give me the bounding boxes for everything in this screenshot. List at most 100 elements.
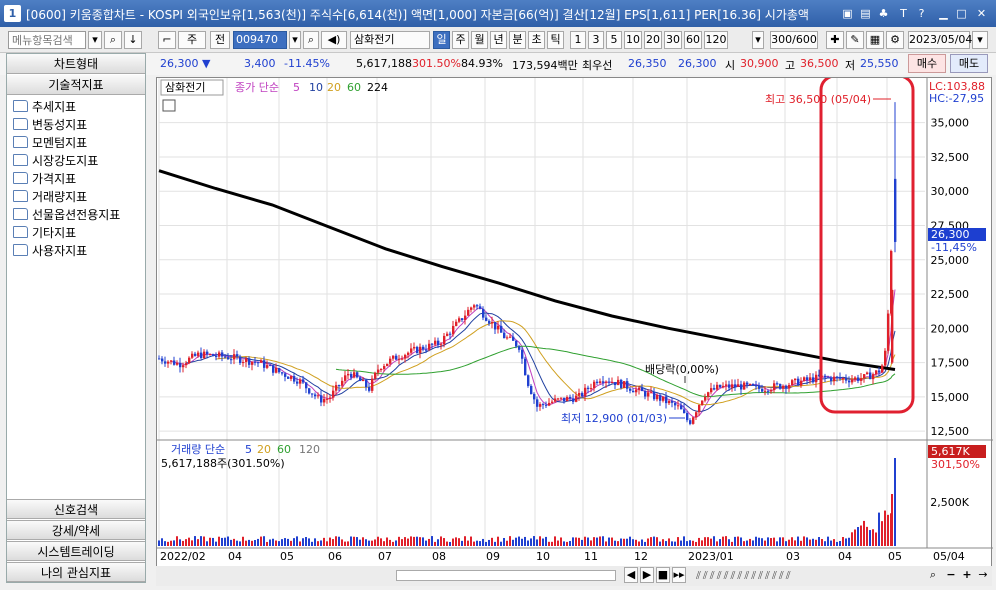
sidebar-bottom-item-3[interactable]: 나의 관심지표 bbox=[7, 562, 145, 582]
volume-bar bbox=[740, 537, 742, 546]
period-tab-6[interactable]: 틱 bbox=[547, 31, 564, 49]
code-dropdown-icon[interactable]: ▾ bbox=[289, 31, 301, 49]
indicator-folder-0[interactable]: 추세지표 bbox=[13, 98, 76, 116]
font-icon[interactable]: T bbox=[896, 6, 911, 21]
frame-icon[interactable]: ⌐ bbox=[158, 31, 176, 49]
indicator-folder-4[interactable]: 가격지표 bbox=[13, 170, 76, 188]
volume-bar bbox=[713, 536, 715, 546]
zoom-icon[interactable]: ⌕ bbox=[926, 568, 940, 582]
indicator-folder-8[interactable]: 사용자지표 bbox=[13, 242, 87, 260]
indicator-folder-2[interactable]: 모멘텀지표 bbox=[13, 134, 87, 152]
candle-body bbox=[191, 353, 194, 358]
period-tab-1[interactable]: 주 bbox=[452, 31, 469, 49]
help-icon[interactable]: ? bbox=[914, 6, 929, 21]
layout-icon[interactable]: ▣ bbox=[840, 6, 855, 21]
low-label: 저 bbox=[845, 59, 856, 72]
candle-body bbox=[449, 333, 452, 335]
arrow-down-icon[interactable]: ↓ bbox=[124, 31, 142, 49]
count-field[interactable]: 300/600 bbox=[770, 31, 818, 49]
type-select[interactable]: 주 bbox=[178, 31, 206, 49]
maximize-icon[interactable]: □ bbox=[954, 6, 969, 21]
volume-bar bbox=[590, 540, 592, 546]
draw-icon[interactable]: ✎ bbox=[846, 31, 864, 49]
play-back-icon[interactable]: ◀ bbox=[624, 567, 638, 583]
volume-bar bbox=[218, 536, 220, 546]
candle-body bbox=[410, 348, 413, 353]
folder-icon bbox=[13, 208, 28, 220]
buy-button[interactable]: 매수 bbox=[908, 54, 946, 73]
candle-body bbox=[851, 379, 854, 383]
play-icon[interactable]: ▶ bbox=[640, 567, 654, 583]
stop-icon[interactable]: ■ bbox=[656, 567, 670, 583]
stock-name-field[interactable]: 삼화전기 bbox=[350, 31, 430, 49]
zoom-slider[interactable]: ⫽⫽⫽⫽⫽⫽⫽⫽⫽⫽⫽⫽⫽⫽ bbox=[696, 569, 916, 581]
volume-bar bbox=[458, 538, 460, 546]
candle-body bbox=[476, 305, 479, 307]
zoom-out-icon[interactable]: − bbox=[944, 568, 958, 581]
gear-icon[interactable]: ⚙ bbox=[886, 31, 904, 49]
lock-icon[interactable]: ▤ bbox=[858, 6, 873, 21]
sidebar-bottom-item-1[interactable]: 강세/약세 bbox=[7, 520, 145, 540]
interval-button-4[interactable]: 20 bbox=[644, 31, 662, 49]
interval-button-2[interactable]: 5 bbox=[606, 31, 622, 49]
indicator-folder-3[interactable]: 시장강도지표 bbox=[13, 152, 98, 170]
price-chart-svg[interactable]: 35,00032,50030,00027,50025,00022,50020,0… bbox=[157, 74, 993, 568]
indicator-folder-6[interactable]: 선물옵션전용지표 bbox=[13, 206, 120, 224]
volume-bar bbox=[164, 541, 166, 546]
interval-button-1[interactable]: 3 bbox=[588, 31, 604, 49]
period-tab-0[interactable]: 일 bbox=[433, 31, 450, 49]
date-field[interactable]: 2023/05/04 bbox=[908, 31, 972, 49]
x-tick-label: 05 bbox=[888, 550, 902, 563]
chart-type-header[interactable]: 차트형태 bbox=[7, 54, 145, 74]
x-tick-label: 06 bbox=[328, 550, 342, 563]
volume-bar bbox=[575, 537, 577, 546]
code-search-icon[interactable]: ⌕ bbox=[303, 31, 319, 49]
stock-code-input[interactable]: 009470 bbox=[233, 31, 287, 49]
interval-button-6[interactable]: 60 bbox=[684, 31, 702, 49]
speaker-icon[interactable]: ◀) bbox=[321, 31, 347, 49]
period-tab-5[interactable]: 초 bbox=[528, 31, 545, 49]
period-select[interactable]: 전 bbox=[210, 31, 230, 49]
fast-forward-icon[interactable]: ▸▸ bbox=[672, 567, 686, 583]
period-tab-2[interactable]: 월 bbox=[471, 31, 488, 49]
chart-panel[interactable]: 35,000 32,500 30,000 27,500 25,000 22,500 20,0… bbox=[156, 74, 993, 568]
volume-bar bbox=[455, 537, 457, 546]
interval-button-3[interactable]: 10 bbox=[624, 31, 642, 49]
candle-body bbox=[170, 360, 173, 362]
candle-body bbox=[710, 388, 713, 393]
search-icon[interactable]: ⌕ bbox=[104, 31, 122, 49]
folder-label: 모멘텀지표 bbox=[32, 136, 88, 150]
zoom-in-icon[interactable]: + bbox=[960, 568, 974, 581]
scroll-track[interactable] bbox=[396, 570, 616, 581]
interval-button-5[interactable]: 30 bbox=[664, 31, 682, 49]
sidebar-bottom-item-2[interactable]: 시스템트레이딩 bbox=[7, 541, 145, 561]
close-icon[interactable]: ✕ bbox=[974, 6, 989, 21]
save-icon[interactable]: ▦ bbox=[866, 31, 884, 49]
candle-body bbox=[197, 352, 200, 356]
link-icon[interactable]: ♣ bbox=[876, 6, 891, 21]
volume-bar bbox=[158, 540, 160, 546]
candle-body bbox=[182, 365, 185, 368]
indicator-folder-1[interactable]: 변동성지표 bbox=[13, 116, 87, 134]
indicator-folder-5[interactable]: 거래량지표 bbox=[13, 188, 87, 206]
x-tick-label: 05/04 bbox=[933, 550, 965, 563]
candle-body bbox=[338, 385, 341, 387]
volume-bar bbox=[857, 527, 859, 546]
volume-bar bbox=[368, 540, 370, 546]
sidebar-bottom-item-0[interactable]: 신호검색 bbox=[7, 499, 145, 519]
volume-bar bbox=[224, 537, 226, 546]
period-tab-3[interactable]: 년 bbox=[490, 31, 507, 49]
arrow-right-icon[interactable]: → bbox=[976, 568, 990, 581]
period-tab-4[interactable]: 분 bbox=[509, 31, 526, 49]
crosshair-icon[interactable]: ✚ bbox=[826, 31, 844, 49]
indicator-folder-7[interactable]: 기타지표 bbox=[13, 224, 76, 242]
calendar-icon[interactable]: ▾ bbox=[972, 31, 988, 49]
chevron-down-icon[interactable]: ▾ bbox=[88, 31, 102, 49]
interval-button-0[interactable]: 1 bbox=[570, 31, 586, 49]
technical-indicator-header[interactable]: 기술적지표 bbox=[7, 75, 145, 95]
sell-button[interactable]: 매도 bbox=[950, 54, 988, 73]
interval-dropdown-icon[interactable]: ▾ bbox=[752, 31, 764, 49]
minimize-icon[interactable]: ▁ bbox=[936, 6, 951, 21]
menu-search-input[interactable] bbox=[8, 31, 86, 49]
interval-button-7[interactable]: 120 bbox=[704, 31, 728, 49]
